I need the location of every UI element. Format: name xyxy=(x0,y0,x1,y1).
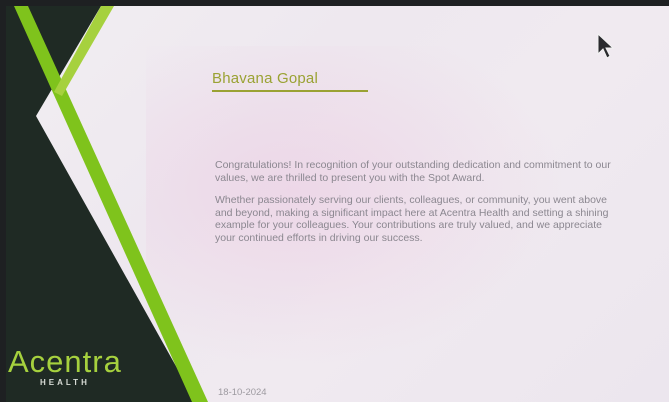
message-paragraph-1: Congratulations! In recognition of your … xyxy=(215,159,611,184)
mouse-pointer-icon xyxy=(597,32,615,59)
logo-subtitle: HEALTH xyxy=(40,378,90,387)
award-message: Congratulations! In recognition of your … xyxy=(215,159,615,254)
award-date: 18-10-2024 xyxy=(218,387,267,398)
recipient-name: Bhavana Gopal xyxy=(212,70,319,87)
certificate-screen: Bhavana Gopal Congratulations! In recogn… xyxy=(6,6,669,402)
photo-frame: Bhavana Gopal Congratulations! In recogn… xyxy=(0,0,669,402)
name-underline xyxy=(212,90,368,92)
message-paragraph-2: Whether passionately serving our clients… xyxy=(215,194,609,244)
acentra-logo: Acentra HEALTH xyxy=(8,346,188,387)
logo-wordmark: Acentra xyxy=(8,344,122,379)
